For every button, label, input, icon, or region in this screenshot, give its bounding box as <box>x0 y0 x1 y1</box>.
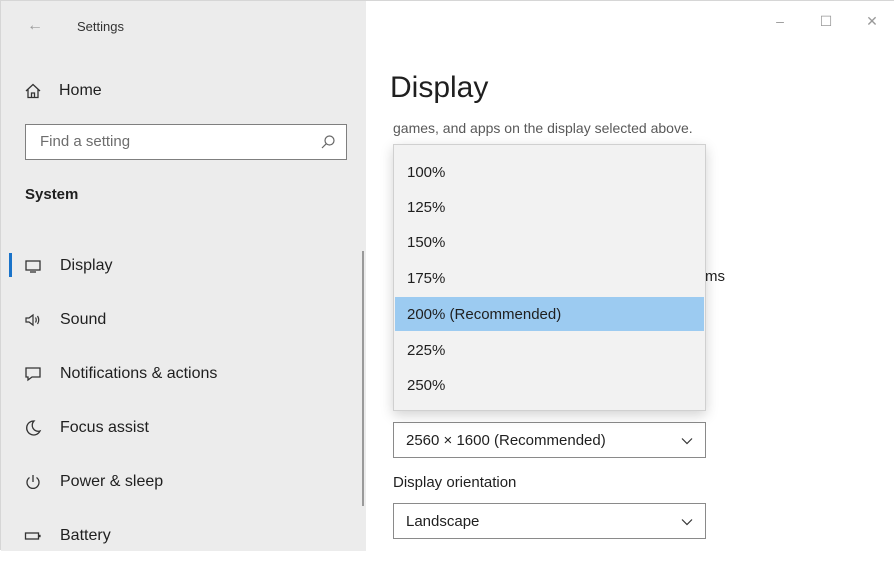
sidebar-item-label: Sound <box>60 311 107 328</box>
speaker-icon <box>23 310 43 330</box>
scale-option-225[interactable]: 225% <box>395 333 704 367</box>
search-icon[interactable] <box>320 134 336 150</box>
sidebar-item-display[interactable]: Display <box>1 239 366 293</box>
sidebar: ← Settings Home System Display <box>1 1 366 551</box>
minimize-icon: – <box>776 13 784 29</box>
chevron-down-icon <box>681 434 693 446</box>
monitor-icon <box>23 256 43 276</box>
option-label: 125% <box>407 199 446 216</box>
scale-option-175[interactable]: 175% <box>395 261 704 295</box>
close-icon: ✕ <box>866 12 878 29</box>
option-label: 250% <box>407 377 446 394</box>
settings-window: ← Settings Home System Display <box>0 0 894 551</box>
back-arrow-icon: ← <box>27 17 43 34</box>
option-label: 175% <box>407 270 446 287</box>
moon-icon <box>23 418 43 438</box>
page-title: Display <box>390 71 489 104</box>
sidebar-item-power-sleep[interactable]: Power & sleep <box>1 455 366 509</box>
orientation-label: Display orientation <box>393 474 517 491</box>
maximize-icon: ☐ <box>819 12 833 29</box>
scale-option-250[interactable]: 250% <box>395 368 704 402</box>
sidebar-item-label: Battery <box>60 527 111 544</box>
scale-option-100[interactable]: 100% <box>395 155 704 189</box>
sidebar-item-label: Display <box>60 257 113 274</box>
sidebar-scrollbar[interactable] <box>362 251 364 506</box>
close-button[interactable]: ✕ <box>849 1 894 41</box>
sidebar-item-battery[interactable]: Battery <box>1 509 366 563</box>
back-button[interactable]: ← <box>25 16 45 36</box>
option-label: 200% (Recommended) <box>407 306 562 323</box>
battery-icon <box>23 526 43 546</box>
sidebar-item-focus-assist[interactable]: Focus assist <box>1 401 366 455</box>
app-title: Settings <box>77 19 124 34</box>
home-nav-item[interactable]: Home <box>23 78 102 104</box>
sidebar-item-label: Notifications & actions <box>60 365 218 382</box>
minimize-button[interactable]: – <box>757 1 803 41</box>
option-label: 150% <box>407 234 446 251</box>
option-label: 100% <box>407 164 446 181</box>
partially-hidden-text: ms <box>705 268 725 285</box>
sidebar-item-label: Power & sleep <box>60 473 164 490</box>
scale-option-200-selected[interactable]: 200% (Recommended) <box>395 297 704 331</box>
title-bar: ← Settings <box>1 1 366 53</box>
sidebar-item-sound[interactable]: Sound <box>1 293 366 347</box>
home-icon <box>23 81 43 101</box>
search-box[interactable] <box>25 124 347 160</box>
orientation-value: Landscape <box>406 513 480 530</box>
resolution-value: 2560 × 1600 (Recommended) <box>406 432 606 449</box>
maximize-button[interactable]: ☐ <box>803 1 849 41</box>
scale-dropdown-popup: 100% 125% 150% 175% 200% (Recommended) 2… <box>393 144 706 411</box>
home-label: Home <box>59 82 102 99</box>
scale-description: games, and apps on the display selected … <box>393 120 693 136</box>
sidebar-item-label: Focus assist <box>60 419 149 436</box>
sidebar-item-notifications[interactable]: Notifications & actions <box>1 347 366 401</box>
window-controls: – ☐ ✕ <box>757 1 894 41</box>
power-icon <box>23 472 43 492</box>
search-input[interactable] <box>38 132 312 151</box>
scale-option-125[interactable]: 125% <box>395 190 704 224</box>
sidebar-nav: Display Sound Notifications & actions Fo… <box>1 239 366 563</box>
active-indicator <box>9 253 12 277</box>
orientation-dropdown[interactable]: Landscape <box>393 503 706 539</box>
resolution-dropdown[interactable]: 2560 × 1600 (Recommended) <box>393 422 706 458</box>
chevron-down-icon <box>681 515 693 527</box>
scale-option-150[interactable]: 150% <box>395 225 704 259</box>
notification-icon <box>23 364 43 384</box>
option-label: 225% <box>407 342 446 359</box>
section-title: System <box>25 186 79 203</box>
